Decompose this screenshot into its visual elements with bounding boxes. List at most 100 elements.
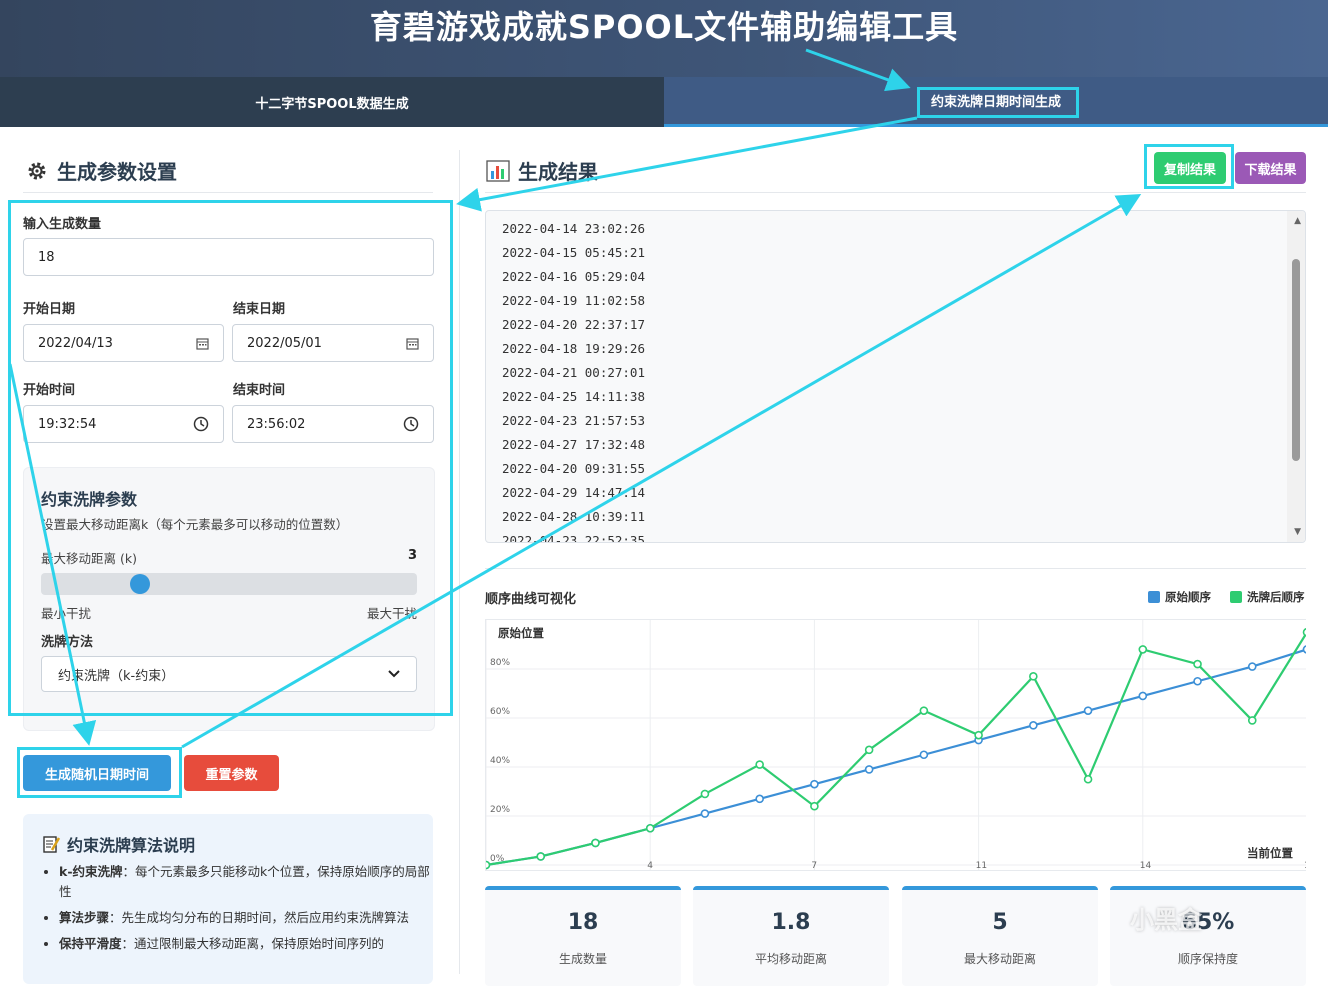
result-line: 2022-04-29 14:47:14 <box>502 485 645 500</box>
k-label: 最大移动距离 (k) <box>41 551 137 566</box>
calendar-icon[interactable] <box>196 337 209 350</box>
result-line: 2022-04-28 10:39:11 <box>502 509 645 524</box>
legend-swatch <box>1148 591 1160 603</box>
data-point-0 <box>1029 721 1038 730</box>
stat-count: 18 生成数量 <box>485 886 681 986</box>
end-date-input[interactable]: 2022/05/01 <box>232 324 434 362</box>
count-label: 输入生成数量 <box>23 217 102 232</box>
result-line: 2022-04-20 09:31:55 <box>502 461 645 476</box>
tab-shuffle-datetime[interactable]: 约束洗牌日期时间生成 <box>664 77 1328 127</box>
generate-button[interactable]: 生成随机日期时间 <box>23 755 171 791</box>
k-value: 3 <box>407 548 417 563</box>
watermark: 小黑盒 <box>1130 906 1202 934</box>
start-date-value: 2022/04/13 <box>38 335 113 351</box>
algo-text: ：通过限制最大移动距离，保持原始时间序列的 <box>121 936 385 951</box>
algo-term: 保持平滑度 <box>59 936 122 951</box>
end-date-value: 2022/05/01 <box>247 335 322 351</box>
end-date-label: 结束日期 <box>233 302 286 317</box>
app-header: 育碧游戏成就SPOOL文件辅助编辑工具 <box>0 0 1328 78</box>
y-tick-label: 20% <box>490 805 510 815</box>
result-lines: 2022-04-14 23:02:26 2022-04-15 05:45:21 20… <box>502 217 645 543</box>
start-time-value: 19:32:54 <box>38 416 97 432</box>
data-point-1 <box>755 760 764 769</box>
tab-label: 十二字节SPOOL数据生成 <box>255 96 409 112</box>
results-title-text: 生成结果 <box>518 160 598 184</box>
tab-label: 约束洗牌日期时间生成 <box>930 95 1061 110</box>
calendar-icon[interactable] <box>406 337 419 350</box>
clock-icon[interactable] <box>403 416 419 432</box>
result-line: 2022-04-20 22:37:17 <box>502 317 645 332</box>
download-result-button[interactable]: 下载结果 <box>1235 152 1306 184</box>
shuffle-params-panel: 约束洗牌参数 设置最大移动距离k（每个元素最多可以移动的位置数） 最大移动距离 … <box>23 467 435 731</box>
start-time-input[interactable]: 19:32:54 <box>23 405 224 443</box>
gear-icon <box>28 162 46 179</box>
result-textarea[interactable]: 2022-04-14 23:02:26 2022-04-15 05:45:21 20… <box>485 210 1306 543</box>
result-line: 2022-04-23 22:52:35 <box>502 533 645 543</box>
divider <box>485 192 1306 193</box>
result-line: 2022-04-18 19:29:26 <box>502 341 645 356</box>
results-title: 生成结果 <box>486 156 598 185</box>
data-point-1 <box>1029 672 1038 681</box>
stat-label: 生成数量 <box>558 952 607 966</box>
x-tick-label: 7 <box>811 861 817 871</box>
algo-list: k-约束洗牌：每个元素最多只能移动k个位置，保持原始顺序的局部性 算法步骤：先生… <box>41 862 439 960</box>
result-line: 2022-04-16 05:29:04 <box>502 269 645 284</box>
algo-text: ：先生成均匀分布的日期时间，然后应用约束洗牌算法 <box>109 910 410 925</box>
data-point-1 <box>645 823 655 833</box>
scroll-up-icon[interactable]: ▲ <box>1294 216 1301 226</box>
data-point-0 <box>864 765 874 774</box>
method-label: 洗牌方法 <box>41 635 94 650</box>
count-value: 18 <box>38 249 55 265</box>
algo-title-text: 约束洗牌算法说明 <box>67 836 196 855</box>
data-point-0 <box>1138 691 1148 701</box>
start-time-label: 开始时间 <box>23 383 76 398</box>
clock-icon[interactable] <box>193 416 209 432</box>
k-slider-thumb[interactable] <box>130 574 150 594</box>
result-line: 2022-04-25 14:11:38 <box>502 389 645 404</box>
reset-button[interactable]: 重置参数 <box>184 755 279 791</box>
stat-label: 最大移动距离 <box>963 952 1036 966</box>
data-point-0 <box>1247 662 1257 671</box>
params-title-text: 生成参数设置 <box>57 160 177 184</box>
tab-spool-data[interactable]: 十二字节SPOOL数据生成 <box>0 77 664 127</box>
result-scrollbar[interactable]: ▲ ▼ <box>1287 211 1305 542</box>
x-tick-label: 11 <box>976 861 987 871</box>
end-time-value: 23:56:02 <box>247 416 306 432</box>
data-point-1 <box>810 801 819 811</box>
end-time-label: 结束时间 <box>233 383 286 398</box>
y-tick-label: 60% <box>490 707 510 717</box>
data-point-1 <box>1247 716 1257 725</box>
legend-original: 原始顺序 <box>1148 589 1211 605</box>
scroll-thumb[interactable] <box>1292 259 1300 461</box>
copy-result-button[interactable]: 复制结果 <box>1154 152 1226 184</box>
result-line: 2022-04-15 05:45:21 <box>502 245 645 260</box>
bar-chart-icon <box>486 159 510 182</box>
stat-avg-move: 1.8 平均移动距离 <box>693 886 889 986</box>
legend-shuffled: 洗牌后顺序 <box>1230 589 1305 605</box>
method-select[interactable]: 约束洗牌（k-约束） <box>41 656 417 692</box>
app-title: 育碧游戏成就SPOOL文件辅助编辑工具 <box>369 8 959 46</box>
data-point-1 <box>536 852 546 861</box>
start-date-input[interactable]: 2022/04/13 <box>23 324 224 362</box>
start-date-label: 开始日期 <box>23 302 76 317</box>
end-time-input[interactable]: 23:56:02 <box>232 405 434 443</box>
shuffle-params-title: 约束洗牌参数 <box>41 490 138 509</box>
x-axis-label: 当前位置 <box>1247 846 1293 860</box>
stat-value: 1.8 <box>771 910 811 935</box>
memo-icon <box>43 836 61 853</box>
stat-value: 5 <box>992 910 1008 935</box>
result-line: 2022-04-23 21:57:53 <box>502 413 645 428</box>
count-input[interactable]: 18 <box>23 238 434 276</box>
algo-panel: 约束洗牌算法说明 k-约束洗牌：每个元素最多只能移动k个位置，保持原始顺序的局部… <box>23 814 433 984</box>
data-point-1 <box>591 838 600 848</box>
data-point-0 <box>810 779 819 789</box>
data-point-1 <box>486 860 491 870</box>
shuffle-params-desc: 设置最大移动距离k（每个元素最多可以移动的位置数） <box>41 517 349 532</box>
stat-max-move: 5 最大移动距离 <box>902 886 1098 986</box>
data-point-0 <box>1193 676 1202 686</box>
k-slider[interactable] <box>41 573 417 595</box>
data-point-0 <box>919 750 929 760</box>
stat-label: 顺序保持度 <box>1177 952 1238 966</box>
scroll-down-icon[interactable]: ▼ <box>1294 527 1301 537</box>
data-point-1 <box>1302 628 1306 637</box>
